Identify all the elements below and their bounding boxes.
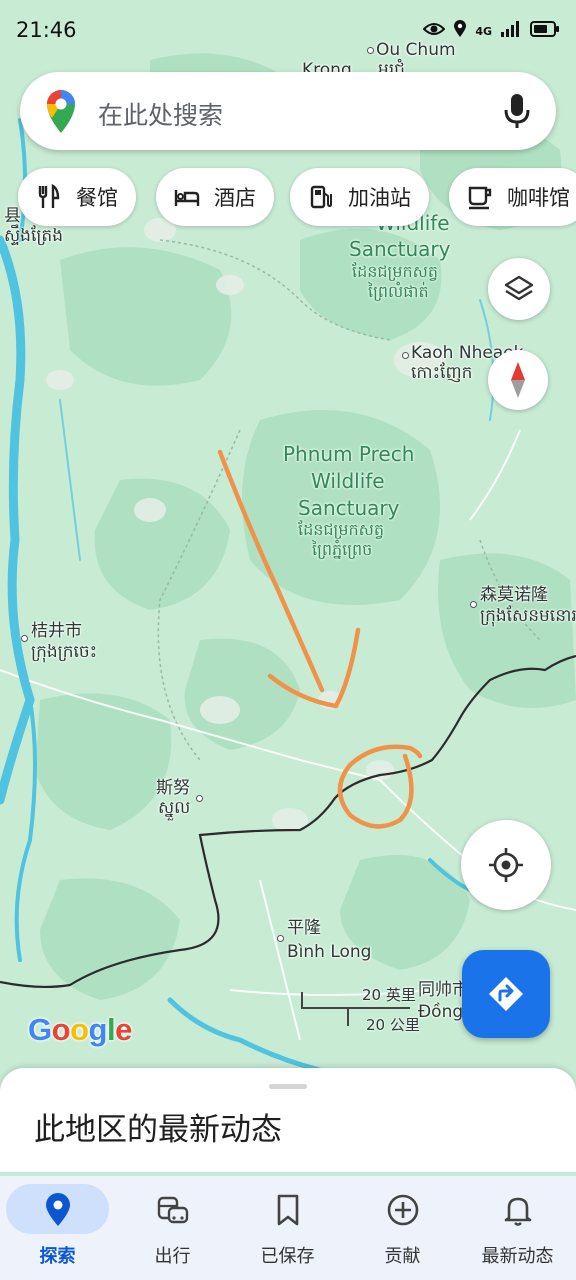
coffee-icon bbox=[468, 186, 492, 210]
nav-label: 出行 bbox=[154, 1246, 191, 1267]
chip-label: 酒店 bbox=[214, 186, 256, 210]
place-label[interactable]: ក្រុងក្រចេះ bbox=[31, 642, 97, 662]
eye-icon bbox=[422, 21, 446, 41]
network-type: 4G bbox=[475, 24, 492, 38]
chip-gas-stations[interactable]: 加油站 bbox=[290, 168, 429, 226]
park-label[interactable]: Wildlife bbox=[311, 468, 385, 494]
park-label: ដែនជម្រកសត្វ bbox=[352, 262, 439, 281]
place-label[interactable]: 桔井市 bbox=[31, 621, 82, 641]
drag-handle[interactable] bbox=[269, 1084, 307, 1089]
park-label[interactable]: Sanctuary bbox=[298, 495, 399, 521]
nav-label: 探索 bbox=[39, 1246, 76, 1267]
nav-label: 已保存 bbox=[260, 1246, 315, 1267]
compass-icon bbox=[511, 362, 525, 398]
layers-button[interactable] bbox=[488, 258, 550, 320]
google-logo: Google bbox=[28, 1012, 132, 1047]
crosshair-icon bbox=[489, 848, 523, 882]
place-marker[interactable] bbox=[402, 352, 409, 359]
bottom-sheet[interactable]: 此地区的最新动态 bbox=[0, 1068, 576, 1172]
status-bar: 21:46 4G bbox=[0, 10, 576, 50]
map-scale: 20 英里 20 公里 bbox=[300, 980, 430, 1040]
search-input[interactable]: 在此处搜索 bbox=[98, 96, 223, 132]
bottom-navigation: 探索 出行 已保存 贡献 最新动态 bbox=[0, 1176, 576, 1280]
my-location-button[interactable] bbox=[461, 820, 551, 910]
chip-restaurants[interactable]: 餐馆 bbox=[18, 168, 136, 226]
chip-label: 咖啡馆 bbox=[507, 186, 570, 210]
status-icons: 4G bbox=[422, 20, 560, 42]
chip-label: 加油站 bbox=[348, 186, 411, 210]
nav-label: 最新动态 bbox=[481, 1246, 554, 1267]
gas-station-icon bbox=[310, 185, 332, 209]
chip-label: 餐馆 bbox=[76, 186, 118, 210]
place-label[interactable]: ស្នួល bbox=[158, 798, 190, 818]
nav-label: 贡献 bbox=[384, 1246, 421, 1267]
nav-commute[interactable]: 出行 bbox=[115, 1176, 230, 1280]
place-label[interactable]: ក្រុងសែនមនោរម bbox=[480, 606, 576, 626]
signal-icon bbox=[500, 21, 522, 41]
place-marker[interactable] bbox=[21, 635, 28, 642]
google-maps-pin-icon bbox=[44, 88, 78, 134]
layers-icon bbox=[504, 275, 534, 301]
place-label[interactable]: 森莫诺隆 bbox=[480, 585, 548, 605]
compass-button[interactable] bbox=[488, 350, 548, 410]
place-label[interactable]: ស្ទឹងត្រែង bbox=[4, 226, 63, 246]
place-label[interactable]: 斯努 bbox=[156, 778, 190, 798]
place-label[interactable]: កោះញែក bbox=[411, 363, 472, 383]
commute-icon bbox=[157, 1196, 189, 1224]
search-bar[interactable]: 在此处搜索 bbox=[20, 72, 556, 150]
park-label: ព្រៃលំផាត់ bbox=[368, 282, 429, 301]
map-canvas[interactable]: Ou Chum Krong អូរជុំ 县 ស្ទឹងត្រែង Wildli… bbox=[0, 0, 576, 1080]
nav-saved[interactable]: 已保存 bbox=[230, 1176, 345, 1280]
place-label[interactable]: Bình Long bbox=[287, 942, 371, 962]
bookmark-icon bbox=[277, 1194, 299, 1226]
scale-miles: 20 英里 bbox=[362, 986, 416, 1004]
place-label[interactable]: 平隆 bbox=[287, 918, 321, 938]
park-label: ព្រៃភ្នំព្រេច bbox=[312, 540, 373, 559]
park-label: ដែនជម្រកសត្វ bbox=[298, 520, 385, 539]
place-marker[interactable] bbox=[196, 795, 203, 802]
place-marker[interactable] bbox=[470, 601, 477, 608]
status-time: 21:46 bbox=[16, 18, 77, 42]
microphone-icon[interactable] bbox=[502, 92, 532, 130]
chip-cafes[interactable]: 咖啡馆 bbox=[449, 168, 576, 226]
battery-icon bbox=[530, 21, 560, 41]
scale-km: 20 公里 bbox=[366, 1016, 420, 1034]
restaurant-icon bbox=[38, 184, 60, 208]
place-marker[interactable] bbox=[277, 935, 284, 942]
hotel-icon bbox=[174, 190, 200, 206]
nav-updates[interactable]: 最新动态 bbox=[460, 1176, 575, 1280]
explore-pin-icon bbox=[46, 1193, 70, 1226]
park-label[interactable]: Phnum Prech bbox=[283, 441, 414, 467]
nav-contribute[interactable]: 贡献 bbox=[345, 1176, 460, 1280]
directions-button[interactable] bbox=[462, 950, 550, 1038]
sheet-title: 此地区的最新动态 bbox=[34, 1112, 282, 1148]
park-label[interactable]: Sanctuary bbox=[349, 236, 450, 262]
bell-icon bbox=[504, 1197, 532, 1226]
category-chips: 餐馆 酒店 加油站 咖啡馆 bbox=[18, 168, 576, 226]
location-icon bbox=[453, 20, 467, 42]
add-circle-icon bbox=[387, 1194, 419, 1226]
chip-hotels[interactable]: 酒店 bbox=[156, 168, 274, 226]
directions-icon bbox=[489, 977, 523, 1011]
nav-explore[interactable]: 探索 bbox=[0, 1176, 115, 1280]
